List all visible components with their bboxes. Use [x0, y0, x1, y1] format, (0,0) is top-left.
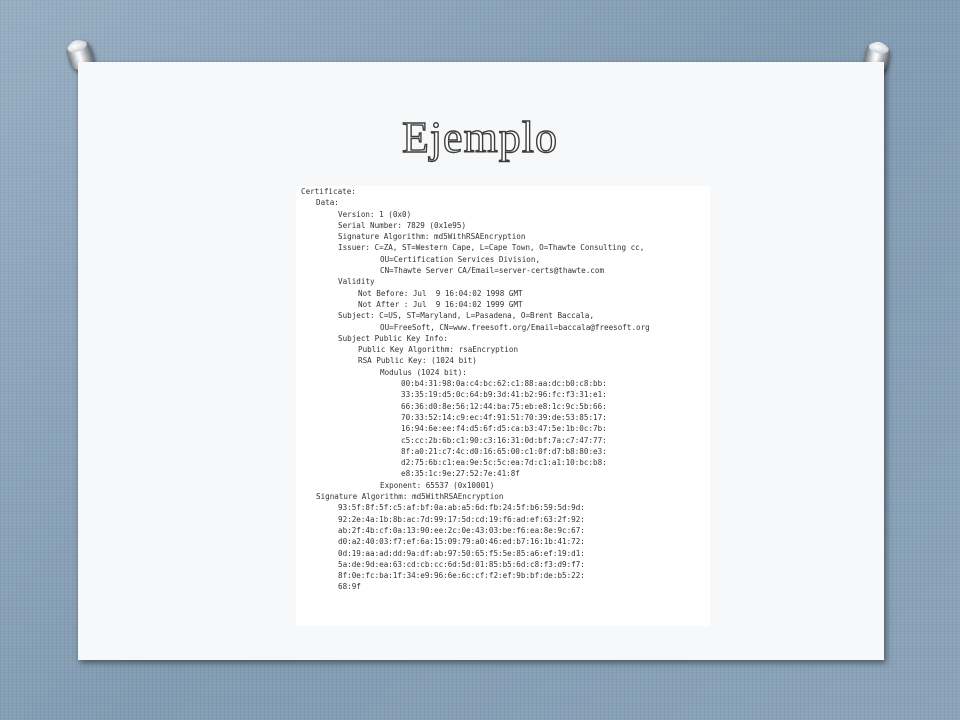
- certificate-line: 00:b4:31:98:0a:c4:bc:62:c1:88:aa:dc:b0:c…: [401, 379, 607, 389]
- certificate-line: Version: 1 (0x0): [338, 209, 412, 219]
- certificate-line: e8:35:1c:9e:27:52:7e:41:8f: [401, 469, 520, 479]
- certificate-line: Subject Public Key Info:: [338, 333, 448, 343]
- certificate-line: 92:2e:4a:1b:8b:ac:7d:99:17:5d:cd:19:f6:a…: [338, 514, 585, 524]
- certificate-line: 0d:19:aa:ad:dd:9a:df:ab:97:50:65:f5:5e:8…: [338, 548, 585, 558]
- certificate-line: d0:a2:40:03:f7:ef:6a:15:09:79:a0:46:ed:b…: [338, 537, 585, 547]
- certificate-line: Data:: [316, 198, 339, 208]
- certificate-line: d2:75:6b:c1:ea:9e:5c:5c:ea:7d:c1:a1:10:b…: [401, 458, 607, 468]
- certificate-text-panel: Certificate: Data: Version: 1 (0x0) Serial …: [296, 186, 710, 626]
- certificate-line: Issuer: C=ZA, ST=Western Cape, L=Cape To…: [338, 243, 645, 253]
- certificate-line: OU=FreeSoft, CN=www.freesoft.org/Email=b…: [380, 322, 650, 332]
- certificate-line: Certificate:: [301, 187, 356, 196]
- certificate-line: Not After : Jul 9 16:04:02 1999 GMT: [358, 299, 523, 309]
- certificate-line: ab:2f:4b:cf:0a:13:90:ee:2c:0e:43:03:be:f…: [338, 525, 585, 535]
- slide-title: Ejemplo: [401, 112, 559, 162]
- certificate-line: 70:33:52:14:c9:ec:4f:91:51:70:39:de:53:8…: [401, 412, 607, 422]
- certificate-line: Modulus (1024 bit):: [380, 367, 467, 377]
- certificate-line: 66:36:d0:8e:56:12:44:ba:75:eb:e8:1c:9c:5…: [401, 401, 607, 411]
- certificate-line: c5:cc:2b:6b:c1:90:c3:16:31:0d:bf:7a:c7:4…: [401, 435, 607, 445]
- certificate-lines: Certificate: Data: Version: 1 (0x0) Serial …: [296, 186, 710, 593]
- certificate-line: 5a:de:9d:ea:63:cd:cb:cc:6d:5d:01:85:b5:6…: [338, 559, 585, 569]
- certificate-line: 93:5f:8f:5f:c5:af:bf:0a:ab:a5:6d:fb:24:5…: [338, 503, 585, 513]
- certificate-line: Serial Number: 7829 (0x1e95): [338, 220, 467, 230]
- certificate-line: 8f:a0:21:c7:4c:d0:16:65:00:c1:0f:d7:b8:8…: [401, 446, 607, 456]
- certificate-line: OU=Certification Services Division,: [380, 254, 541, 264]
- certificate-line: Not Before: Jul 9 16:04:02 1998 GMT: [358, 288, 523, 298]
- certificate-line: Signature Algorithm: md5WithRSAEncryptio…: [316, 492, 504, 502]
- certificate-line: Exponent: 65537 (0x10001): [380, 480, 495, 490]
- certificate-line: 16:94:6e:ee:f4:d5:6f:d5:ca:b3:47:5e:1b:0…: [401, 424, 607, 434]
- certificate-line: 8f:0e:fc:ba:1f:34:e9:96:6e:6c:cf:f2:ef:9…: [338, 571, 585, 581]
- certificate-line: Subject: C=US, ST=Maryland, L=Pasadena, …: [338, 311, 595, 321]
- certificate-line: 68:9f: [338, 582, 361, 592]
- certificate-line: RSA Public Key: (1024 bit): [358, 356, 477, 366]
- certificate-line: CN=Thawte Server CA/Email=server-certs@t…: [380, 266, 605, 276]
- certificate-line: 33:35:19:d5:0c:64:b9:3d:41:b2:96:fc:f3:3…: [401, 390, 607, 400]
- certificate-line: Signature Algorithm: md5WithRSAEncryptio…: [338, 232, 526, 242]
- certificate-line: Validity: [338, 277, 375, 287]
- certificate-line: Public Key Algorithm: rsaEncryption: [358, 345, 519, 355]
